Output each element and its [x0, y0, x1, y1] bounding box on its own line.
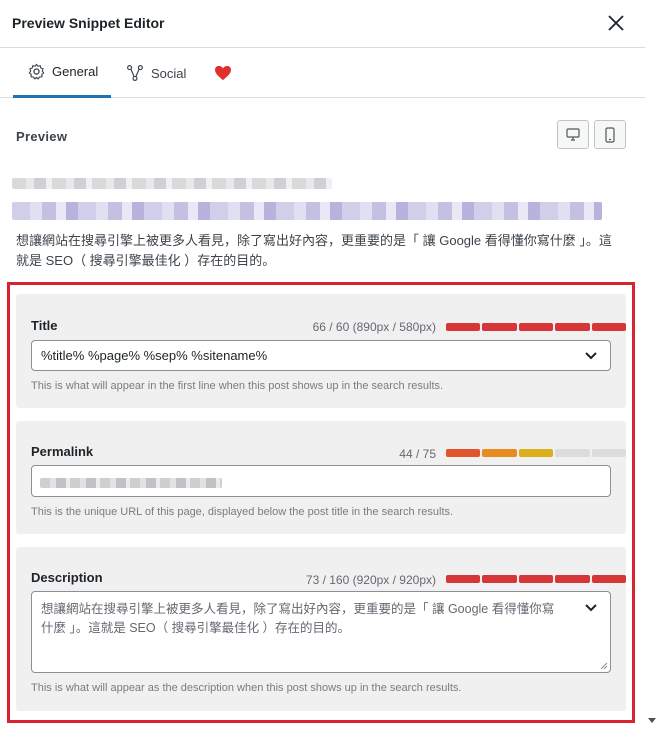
meter-segment [591, 323, 627, 331]
title-count: 66 / 60 (890px / 580px) [312, 320, 436, 334]
meter-segment [518, 449, 554, 457]
meter-segment [591, 575, 627, 583]
description-textarea-value: 想讓網站在搜尋引擎上被更多人看見，除了寫出好內容，更重要的是「 讓 Google… [41, 602, 555, 635]
title-input-value: %title% %page% %sep% %sitename% [41, 348, 268, 363]
tab-general-label: General [52, 64, 99, 79]
title-input[interactable]: %title% %page% %sep% %sitename% [31, 340, 611, 371]
desktop-icon [566, 128, 580, 141]
permalink-input[interactable] [31, 465, 611, 497]
title-card: Title 66 / 60 (890px / 580px) %title% %p… [16, 294, 627, 408]
scrollbar[interactable] [645, 0, 660, 731]
tab-general[interactable]: General [13, 48, 111, 98]
meter-segment [591, 449, 627, 457]
meter-segment [446, 323, 481, 331]
meter-segment [555, 449, 590, 457]
snippet-editor-dialog: Preview Snippet Editor General Social Pr… [0, 0, 645, 731]
scroll-down-arrow-icon[interactable] [648, 718, 656, 723]
description-label: Description [31, 570, 103, 585]
desktop-preview-button[interactable] [557, 120, 589, 149]
gear-icon [28, 63, 45, 80]
heart-icon [215, 65, 231, 81]
permalink-card: Permalink 44 / 75 This is the unique URL… [16, 421, 627, 534]
chevron-down-icon[interactable] [584, 603, 598, 613]
meter-segment [518, 323, 554, 331]
meter-segment [518, 575, 554, 583]
permalink-help-text: This is the unique URL of this page, dis… [31, 506, 454, 518]
preview-url-blurred [12, 178, 332, 189]
meter-segment [482, 575, 517, 583]
meter-segment [555, 575, 590, 583]
title-label: Title [31, 318, 58, 333]
title-length-meter [446, 323, 627, 331]
preview-heading: Preview [16, 129, 68, 144]
meter-segment [482, 323, 517, 331]
share-icon [127, 65, 143, 81]
meter-segment [555, 323, 590, 331]
meter-segment [482, 449, 517, 457]
description-help-text: This is what will appear as the descript… [31, 682, 462, 694]
mobile-icon [605, 126, 615, 143]
permalink-value-blurred [40, 478, 222, 488]
tab-premium[interactable] [212, 48, 232, 98]
close-button[interactable] [605, 12, 627, 34]
title-help-text: This is what will appear in the first li… [31, 380, 444, 392]
description-count: 73 / 160 (920px / 920px) [305, 573, 436, 587]
chevron-down-icon[interactable] [584, 351, 598, 361]
tab-social[interactable]: Social [124, 48, 186, 98]
close-icon [608, 15, 624, 31]
description-textarea[interactable]: 想讓網站在搜尋引擎上被更多人看見，除了寫出好內容，更重要的是「 讓 Google… [31, 591, 611, 673]
meter-segment [446, 449, 481, 457]
preview-description: 想讓網站在搜尋引擎上被更多人看見，除了寫出好內容，更重要的是「 讓 Google… [16, 233, 612, 268]
tab-social-label: Social [151, 65, 187, 81]
description-card: Description 73 / 160 (920px / 920px) 想讓網… [16, 547, 627, 711]
permalink-label: Permalink [31, 444, 94, 459]
dialog-header: Preview Snippet Editor [0, 0, 645, 48]
mobile-preview-button[interactable] [594, 120, 626, 149]
description-length-meter [446, 575, 627, 583]
preview-title-blurred [12, 202, 602, 220]
meter-segment [446, 575, 481, 583]
tab-bar: General Social [0, 48, 645, 98]
permalink-count: 44 / 75 [399, 447, 436, 461]
dialog-title: Preview Snippet Editor [12, 15, 165, 31]
permalink-length-meter [446, 449, 627, 457]
resize-handle-icon[interactable] [600, 662, 608, 670]
